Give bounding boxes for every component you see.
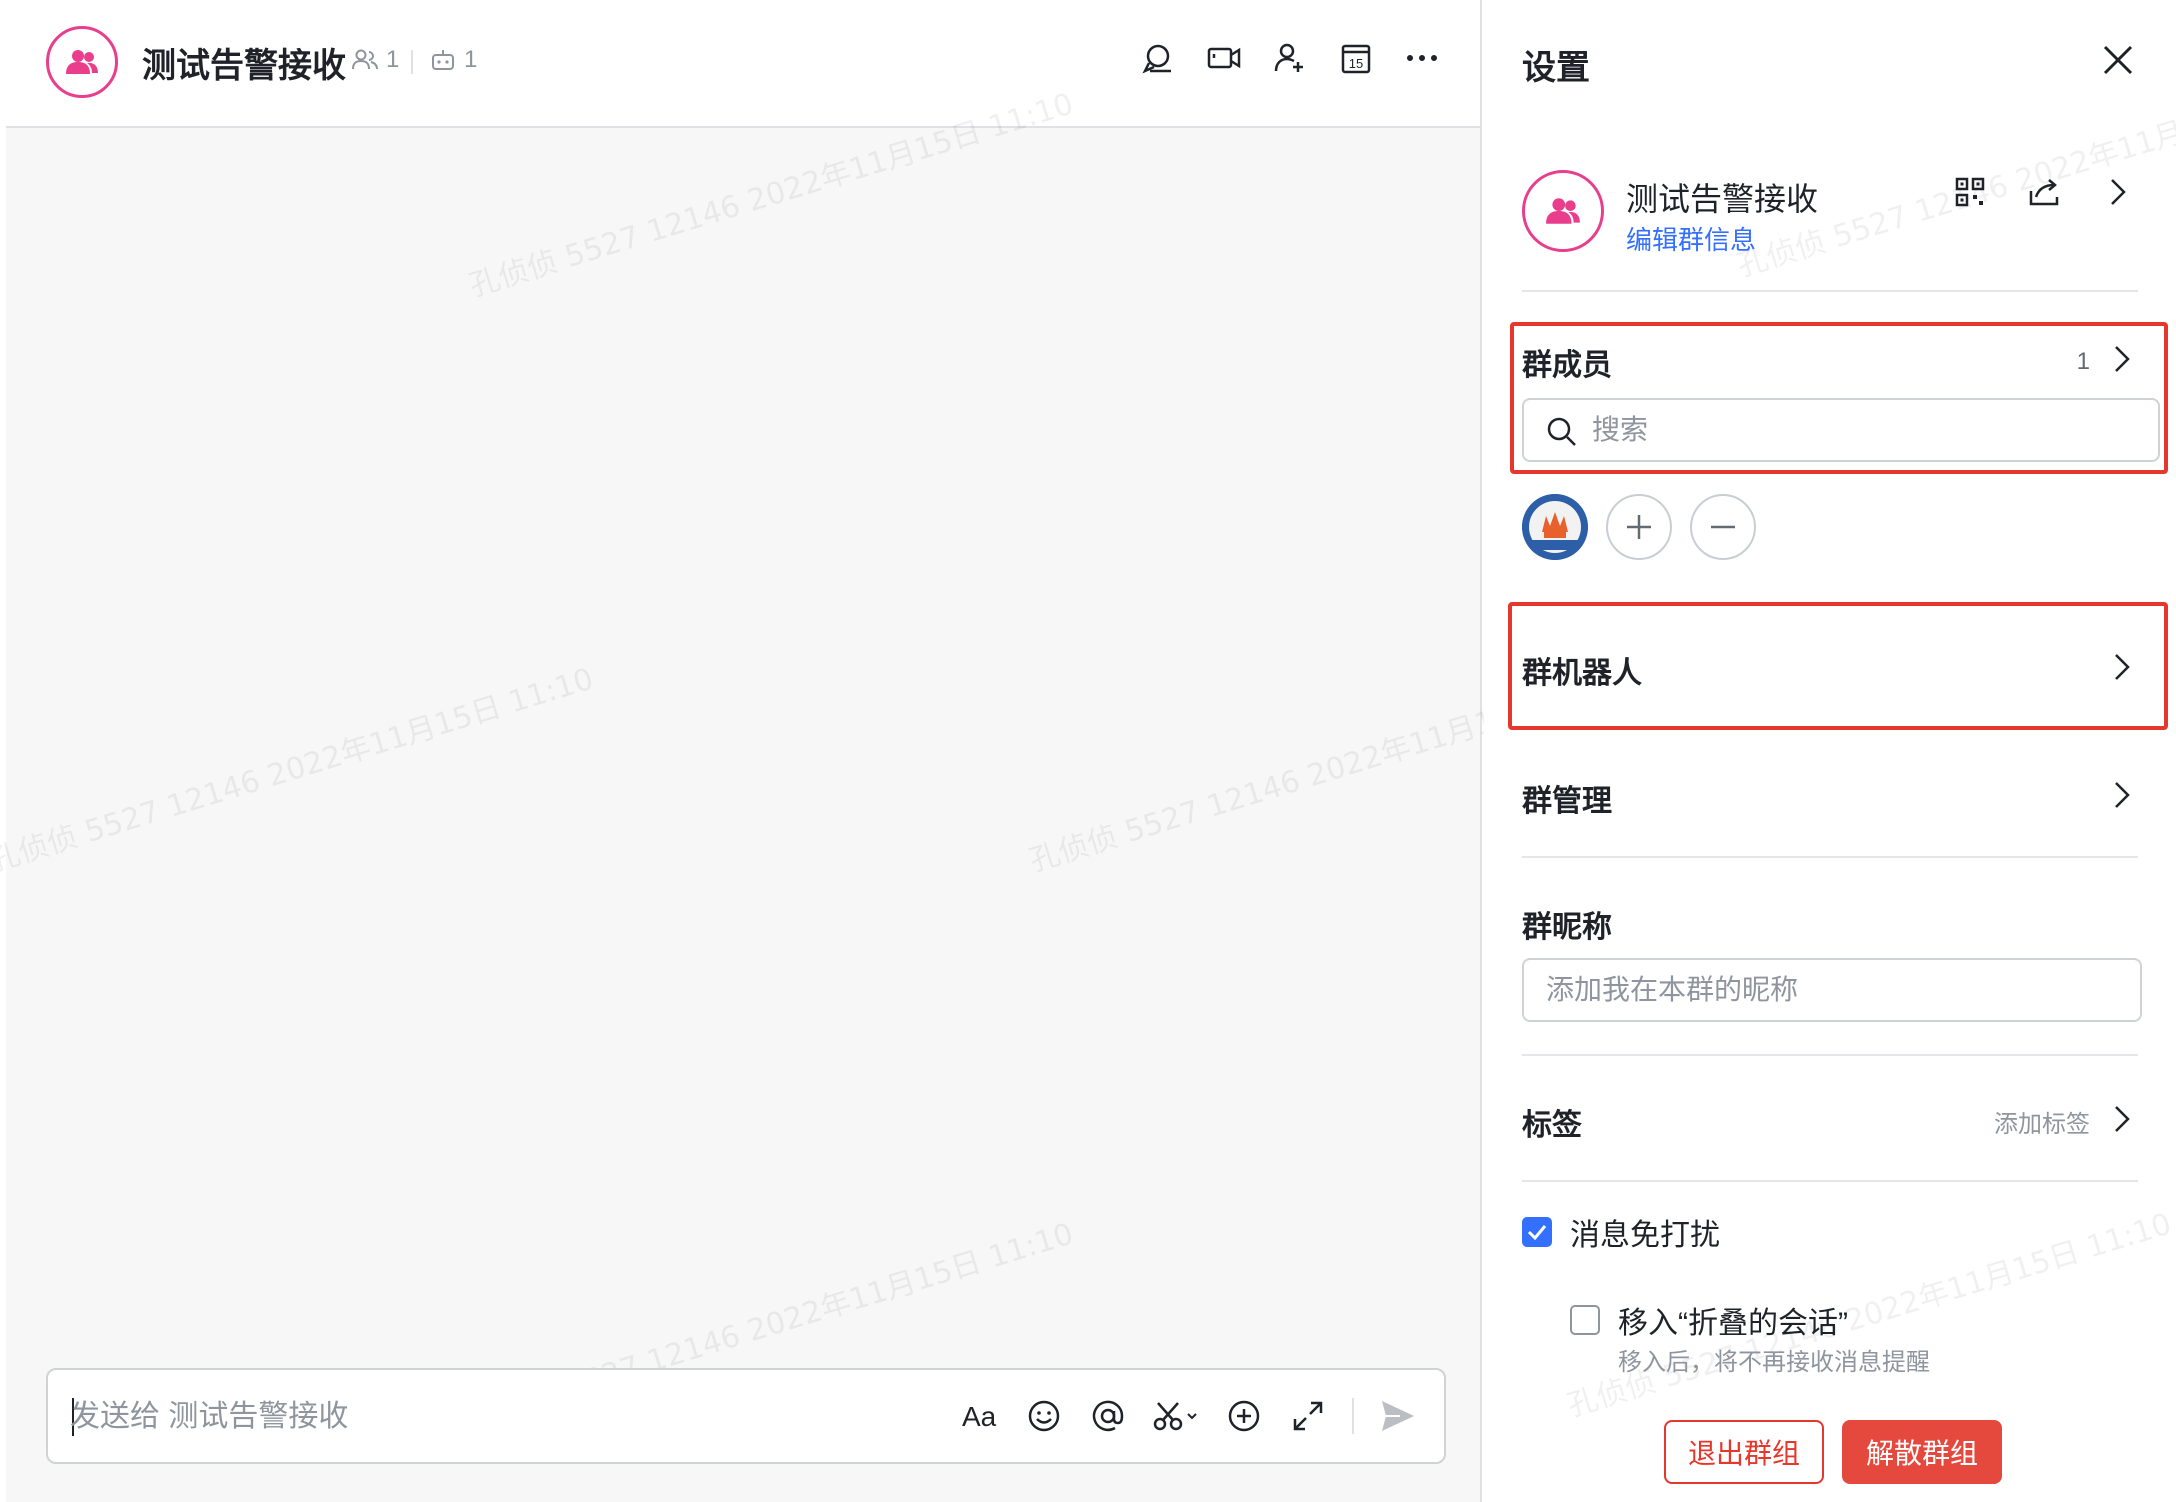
composer-toolbar: Aa <box>960 1396 1418 1436</box>
member-avatar[interactable] <box>1522 494 1588 560</box>
member-count-meta[interactable]: 1 <box>352 46 399 74</box>
mute-checkbox[interactable] <box>1522 1217 1552 1247</box>
add-tag-link[interactable]: 添加标签 <box>1994 1104 2090 1139</box>
group-name: 测试告警接收 <box>1626 181 1819 217</box>
close-icon[interactable] <box>2100 42 2136 78</box>
bots-title: 群机器人 <box>1522 657 1642 690</box>
members-chevron-right-icon[interactable] <box>2106 344 2136 374</box>
member-search-box <box>1522 398 2160 462</box>
remove-member-button[interactable] <box>1690 494 1756 560</box>
message-composer: Aa <box>46 1368 1446 1464</box>
divider <box>1522 290 2138 292</box>
add-member-icon[interactable] <box>1272 40 1308 76</box>
header-toolbar: 15 <box>1140 40 1440 76</box>
fold-toggle-row[interactable]: 移入“折叠的会话” <box>1570 1298 1848 1342</box>
emoji-icon[interactable] <box>1024 1396 1064 1436</box>
expand-icon[interactable] <box>1288 1396 1328 1436</box>
plus-icon <box>1627 515 1651 539</box>
group-avatar[interactable] <box>1522 170 1604 252</box>
tags-title: 标签 <box>1522 1109 1582 1142</box>
check-icon <box>1527 1225 1547 1240</box>
settings-panel: 设置 孔侦侦 5527 12146 2022年11月15日 11:10 孔侦侦 … <box>1484 0 2176 1502</box>
message-area <box>6 130 1480 1370</box>
more-icon[interactable] <box>1404 40 1440 76</box>
group-info-actions <box>1952 174 2136 210</box>
share-icon[interactable] <box>2026 174 2062 210</box>
divider <box>1522 856 2138 858</box>
chat-header: 测试告警接收 1 1 15 <box>6 0 1480 128</box>
divider <box>1522 1054 2138 1056</box>
mention-icon[interactable] <box>1088 1396 1128 1436</box>
bot-count: 1 <box>464 46 478 73</box>
screenshot-icon[interactable] <box>1152 1396 1200 1436</box>
members-title: 群成员 <box>1522 349 1612 382</box>
edit-group-info-link[interactable]: 编辑群信息 <box>1626 220 1756 257</box>
fold-label: 移入“折叠的会话” <box>1618 1307 1848 1340</box>
group-avatar[interactable] <box>46 26 118 98</box>
members-count: 1 <box>2076 348 2090 375</box>
bots-chevron-right-icon[interactable] <box>2106 652 2136 682</box>
members-icon <box>352 49 378 70</box>
leave-group-button[interactable]: 退出群组 <box>1664 1420 1824 1484</box>
nickname-title: 群昵称 <box>1522 911 1612 944</box>
text-format-icon[interactable]: Aa <box>960 1396 1000 1436</box>
mute-label: 消息免打扰 <box>1570 1219 1720 1252</box>
svg-text:15: 15 <box>1349 56 1363 71</box>
management-title: 群管理 <box>1522 785 1612 818</box>
search-icon <box>1547 417 1576 446</box>
bot-count-meta[interactable]: 1 <box>430 46 477 74</box>
minus-icon <box>1711 525 1735 529</box>
settings-title: 设置 <box>1522 49 1590 87</box>
video-call-icon[interactable] <box>1206 40 1242 76</box>
fold-description: 移入后，将不再接收消息提醒 <box>1618 1349 1930 1376</box>
watermark: 孔侦侦 5527 12146 2022年11月15日 11:10 <box>1733 67 2176 285</box>
bot-icon <box>432 50 454 70</box>
nickname-input[interactable] <box>1522 958 2142 1022</box>
tags-chevron-right-icon[interactable] <box>2106 1104 2136 1134</box>
member-count: 1 <box>386 46 400 73</box>
group-icon <box>66 50 98 74</box>
search-chat-icon[interactable] <box>1140 40 1176 76</box>
member-avatar-row <box>1522 494 1756 560</box>
add-member-button[interactable] <box>1606 494 1672 560</box>
fold-checkbox[interactable] <box>1570 1305 1600 1335</box>
calendar-icon[interactable]: 15 <box>1338 40 1374 76</box>
composer-divider <box>1352 1398 1354 1434</box>
message-input[interactable] <box>70 1394 970 1440</box>
management-chevron-right-icon[interactable] <box>2106 780 2136 810</box>
chat-pane: 测试告警接收 1 1 15 孔侦侦 5527 12146 2022年11月15日… <box>0 0 1637 1502</box>
mute-toggle-row[interactable]: 消息免打扰 <box>1522 1210 1720 1254</box>
group-icon <box>1546 198 1580 224</box>
chat-title: 测试告警接收 <box>142 47 346 85</box>
svg-text:Aa: Aa <box>962 1401 997 1432</box>
member-search-input[interactable] <box>1592 410 2132 450</box>
send-icon[interactable] <box>1378 1396 1418 1436</box>
divider <box>1522 1180 2138 1182</box>
dissolve-group-button[interactable]: 解散群组 <box>1842 1420 2002 1484</box>
meta-divider <box>411 50 413 74</box>
chevron-right-icon[interactable] <box>2100 174 2136 210</box>
qr-code-icon[interactable] <box>1952 174 1988 210</box>
add-icon[interactable] <box>1224 1396 1264 1436</box>
